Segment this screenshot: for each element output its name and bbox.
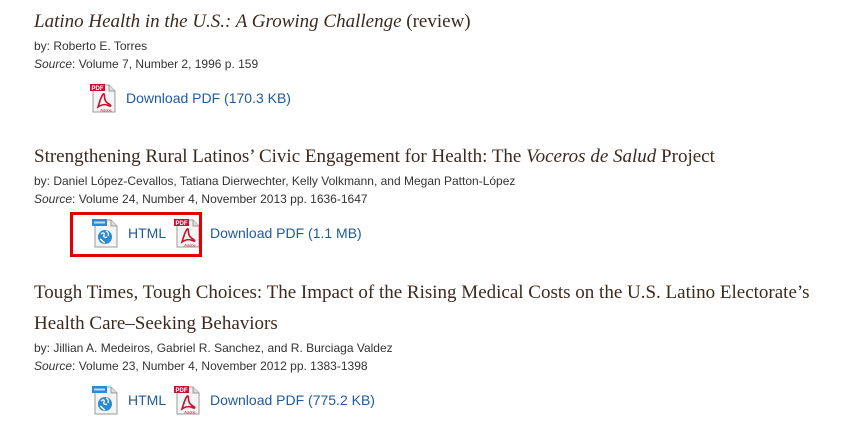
- download-pdf-link[interactable]: Download PDF (170.3 KB): [90, 83, 291, 113]
- article-links: HTML Download PDF (1.1 MB): [34, 212, 844, 257]
- article-title[interactable]: Latino Health in the U.S.: A Growing Cha…: [34, 6, 844, 37]
- download-pdf-label[interactable]: Download PDF (1.1 MB): [210, 225, 362, 241]
- article-authors: by: Daniel López-Cevallos, Tatiana Dierw…: [34, 172, 844, 190]
- article-title[interactable]: Tough Times, Tough Choices: The Impact o…: [34, 277, 844, 339]
- download-pdf-link[interactable]: Download PDF (1.1 MB): [174, 218, 362, 248]
- pdf-icon: [90, 83, 118, 113]
- by-prefix: by:: [34, 341, 54, 355]
- download-pdf-label[interactable]: Download PDF (775.2 KB): [210, 392, 375, 408]
- article-title-italic[interactable]: Latino Health in the U.S.: A Growing Cha…: [34, 11, 402, 32]
- by-prefix: by:: [34, 39, 54, 53]
- html-link[interactable]: HTML: [92, 385, 166, 415]
- article-authors: by: Roberto E. Torres: [34, 37, 844, 55]
- source-label: Source: [34, 192, 73, 206]
- source-value: : Volume 23, Number 4, November 2012 pp.…: [72, 359, 368, 373]
- authors-text: Daniel López-Cevallos, Tatiana Dierwecht…: [53, 174, 516, 188]
- html-globe-icon: [92, 385, 120, 415]
- download-pdf-link[interactable]: Download PDF (775.2 KB): [174, 385, 375, 415]
- article-authors: by: Jillian A. Medeiros, Gabriel R. Sanc…: [34, 339, 844, 357]
- pdf-icon: [174, 385, 202, 415]
- article-title-tail[interactable]: (review): [402, 11, 470, 32]
- article-links: HTML Download PDF (775.2 KB): [34, 385, 844, 421]
- source-value: : Volume 7, Number 2, 1996 p. 159: [72, 57, 259, 71]
- html-label[interactable]: HTML: [128, 392, 166, 408]
- article-title-pre[interactable]: Strengthening Rural Latinos’ Civic Engag…: [34, 146, 526, 167]
- article-title-italic[interactable]: Voceros de Salud: [526, 146, 656, 167]
- article-title-line-1[interactable]: Tough Times, Tough Choices: The Impact o…: [34, 277, 844, 308]
- by-prefix: by:: [34, 174, 54, 188]
- authors-text: Roberto E. Torres: [53, 39, 148, 53]
- article-title[interactable]: Strengthening Rural Latinos’ Civic Engag…: [34, 141, 844, 172]
- article-title-tail[interactable]: Project: [656, 146, 715, 167]
- article-3: Tough Times, Tough Choices: The Impact o…: [34, 277, 844, 421]
- source-value: : Volume 24, Number 4, November 2013 pp.…: [72, 192, 368, 206]
- highlight-box: [70, 212, 202, 257]
- source-label: Source: [34, 359, 73, 373]
- article-source: Source: Volume 23, Number 4, November 20…: [34, 357, 844, 375]
- authors-text: Jillian A. Medeiros, Gabriel R. Sanchez,…: [53, 341, 393, 355]
- article-source: Source: Volume 24, Number 4, November 20…: [34, 190, 844, 208]
- article-links: Download PDF (170.3 KB): [34, 83, 844, 119]
- source-label: Source: [34, 57, 73, 71]
- article-title-line-2[interactable]: Health Care–Seeking Behaviors: [34, 308, 844, 339]
- article-1: Latino Health in the U.S.: A Growing Cha…: [34, 6, 844, 119]
- article-source: Source: Volume 7, Number 2, 1996 p. 159: [34, 55, 844, 73]
- article-2: Strengthening Rural Latinos’ Civic Engag…: [34, 141, 844, 257]
- download-pdf-label[interactable]: Download PDF (170.3 KB): [126, 90, 291, 106]
